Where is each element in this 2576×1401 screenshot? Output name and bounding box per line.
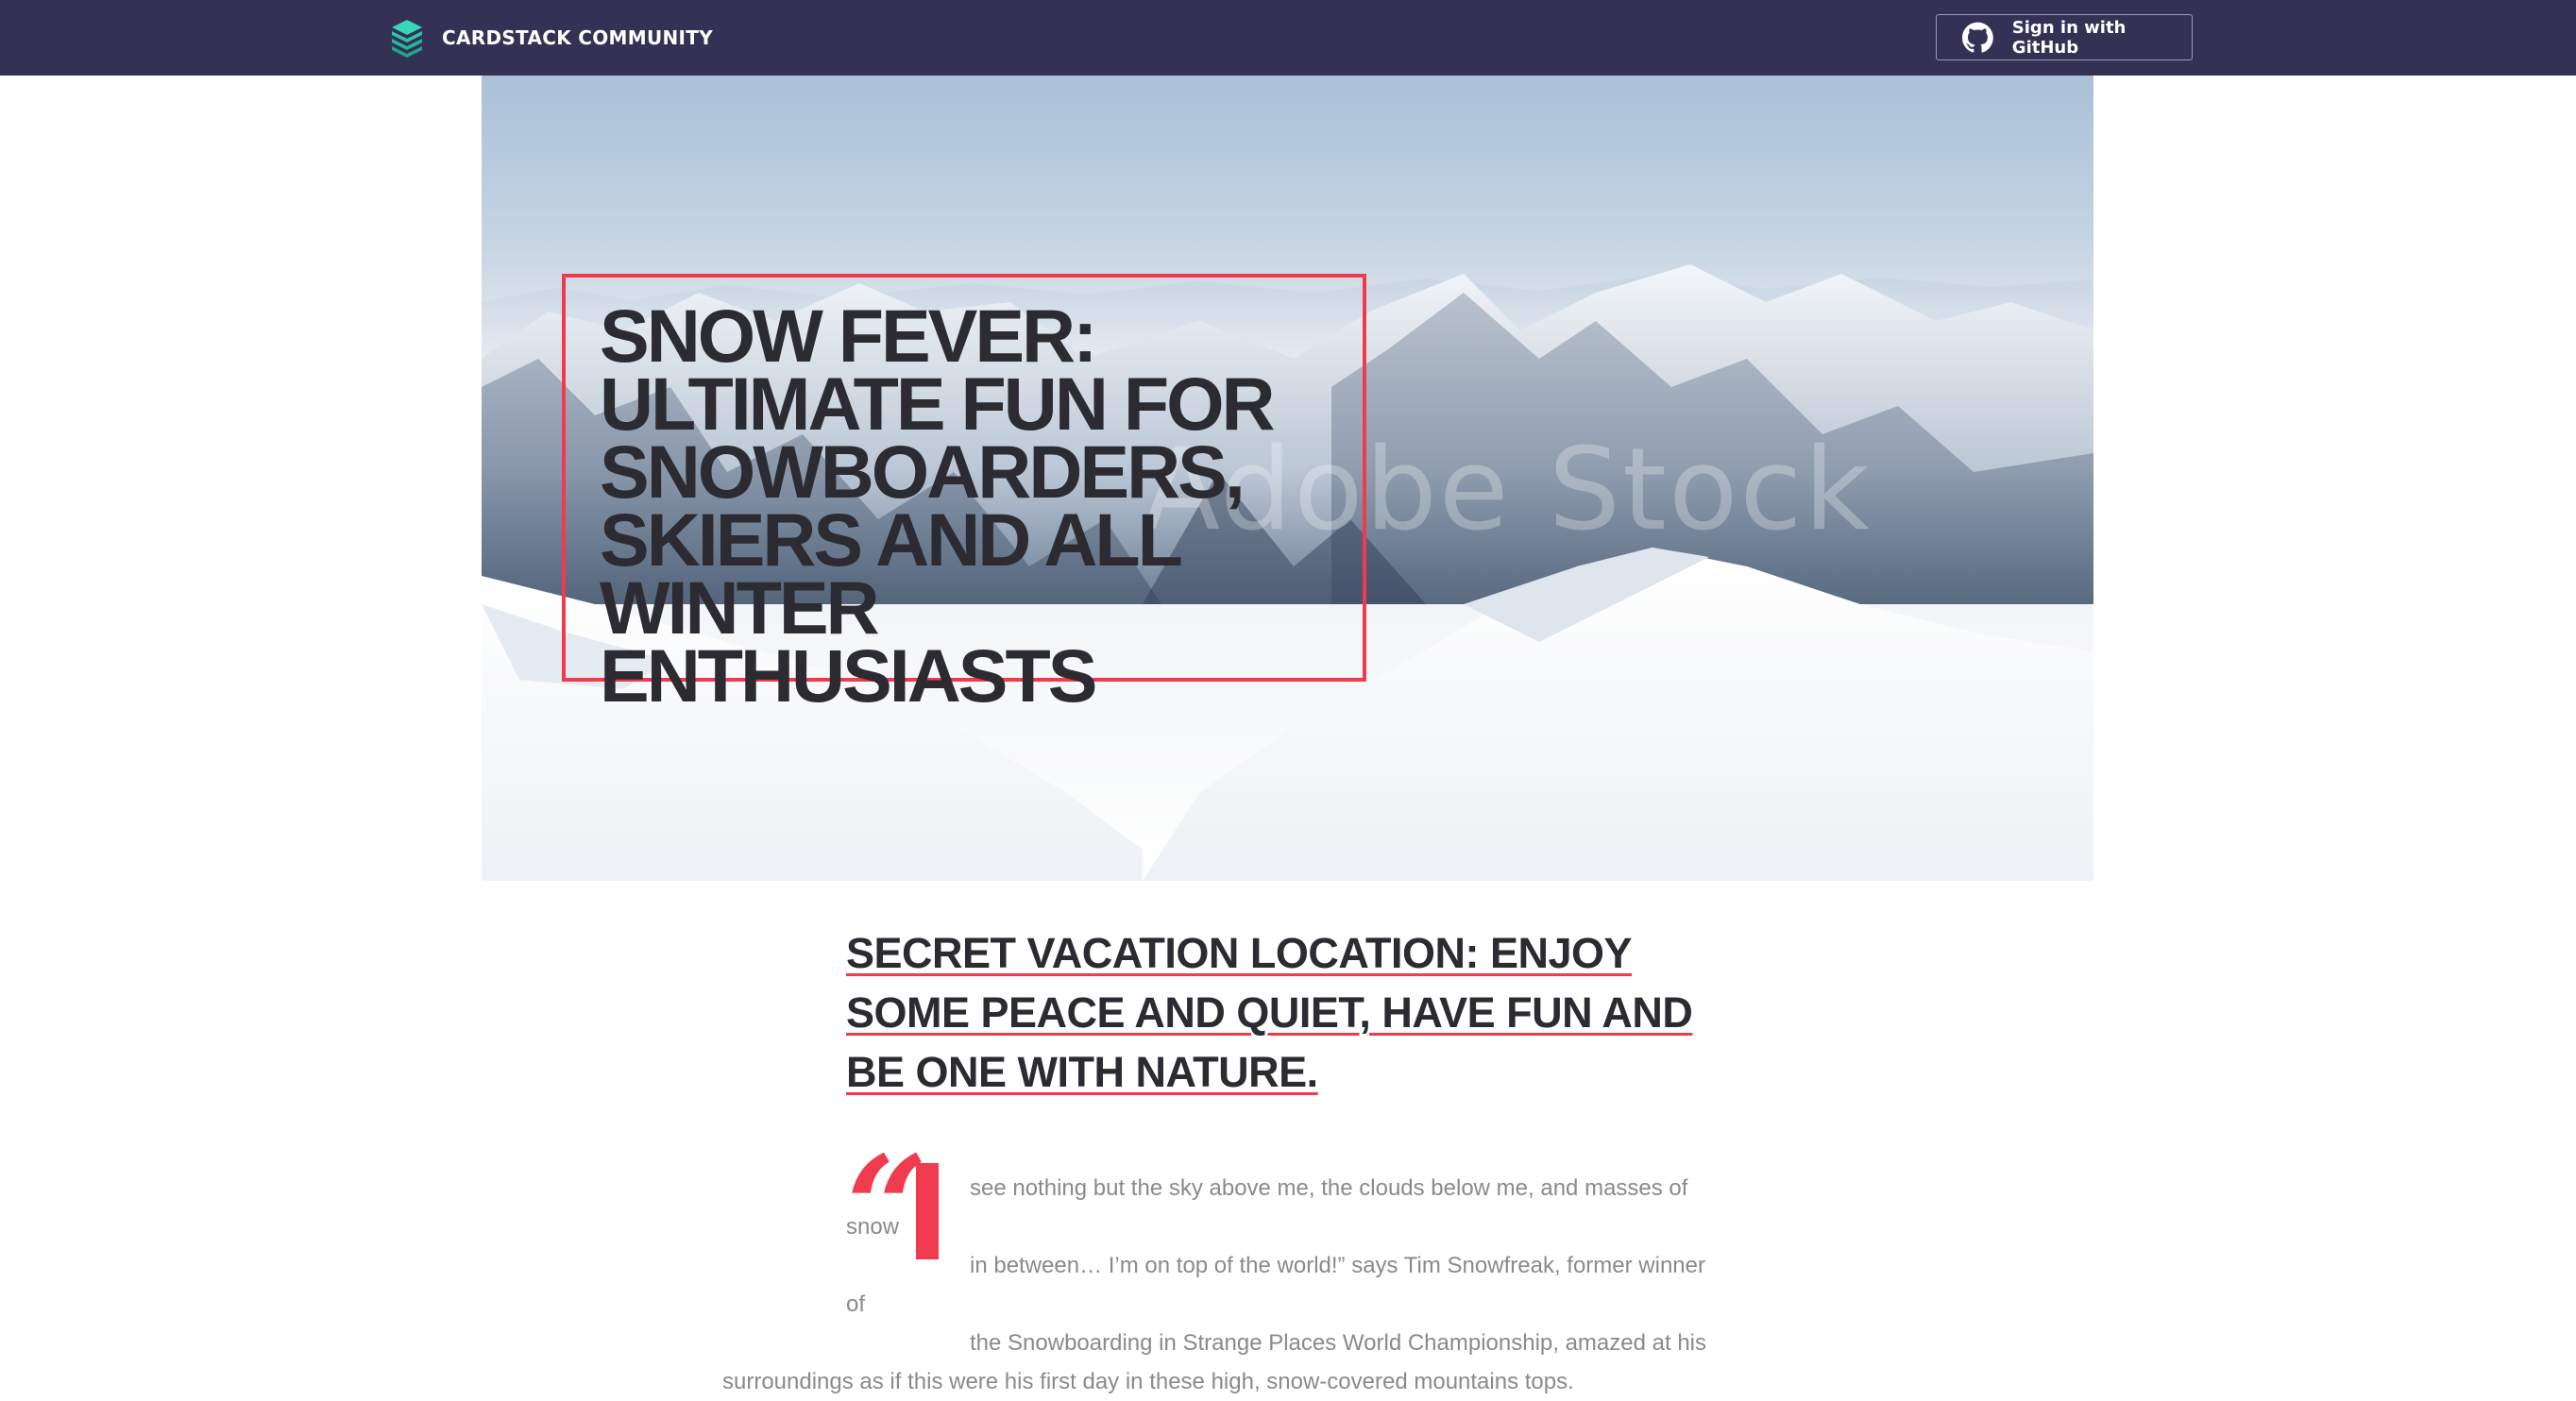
brand-link[interactable]: CARDSTACK COMMUNITY	[389, 17, 713, 59]
quote-paragraph: see nothing but the sky above me, the cl…	[722, 1169, 1724, 1401]
top-navigation-bar: CARDSTACK COMMUNITY Sign in with GitHub	[0, 0, 2576, 76]
article-subheading: SECRET VACATION LOCATION: ENJOY SOME PEA…	[846, 923, 1734, 1102]
quote-line: see nothing but the sky above me, the cl…	[846, 1175, 1688, 1240]
hero-title-box: SNOW FEVER: ULTIMATE FUN FOR SNOWBOARDER…	[562, 274, 1366, 713]
sign-in-github-button[interactable]: Sign in with GitHub	[1936, 14, 2193, 60]
hero-image: Adobe Stock SNOW FEVER: ULTIMATE FUN FOR…	[482, 76, 2093, 881]
cardstack-layers-icon	[392, 20, 422, 58]
github-icon	[1962, 22, 1993, 53]
quote-line: surroundings as if this were his first d…	[722, 1369, 1574, 1394]
quote-line: the Snowboarding in Strange Places World…	[970, 1330, 1706, 1356]
brand-name: CARDSTACK COMMUNITY	[442, 26, 713, 49]
quote-line: in between… I’m on top of the world!” sa…	[846, 1253, 1705, 1317]
hero-title: SNOW FEVER: ULTIMATE FUN FOR SNOWBOARDER…	[600, 294, 1276, 717]
sign-in-github-label: Sign in with GitHub	[2011, 17, 2127, 58]
article-subheading-text: SECRET VACATION LOCATION: ENJOY SOME PEA…	[846, 929, 1693, 1096]
